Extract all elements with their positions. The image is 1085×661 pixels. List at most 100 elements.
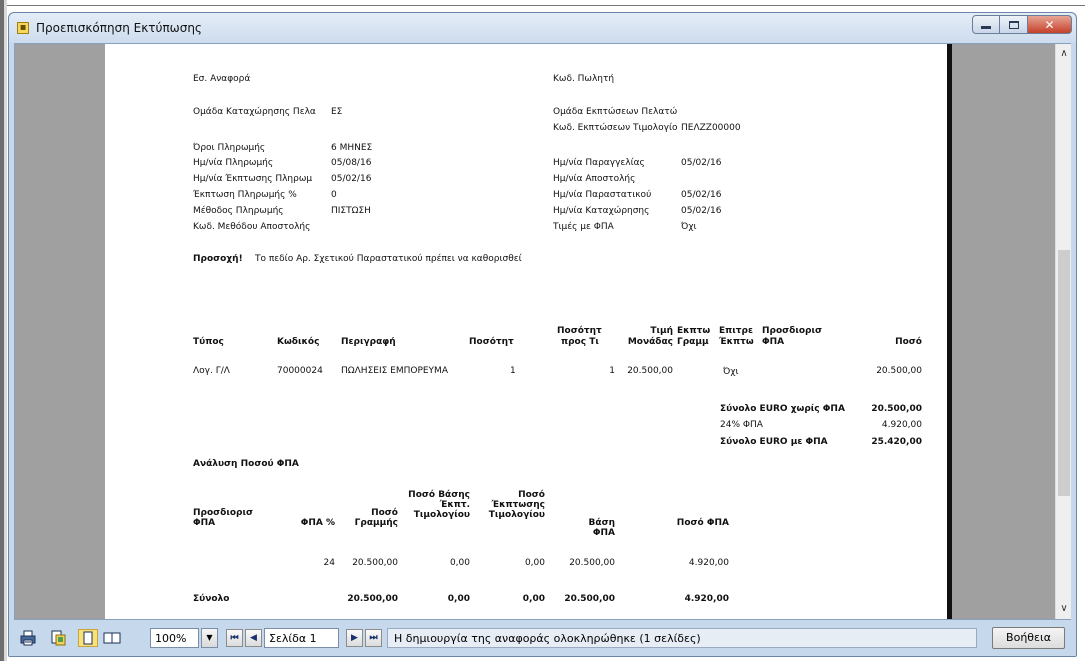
scroll-up-arrow-icon[interactable]: ∧ [1056, 46, 1072, 62]
warning-text: Το πεδίο Αρ. Σχετικού Παραστατικού πρέπε… [255, 254, 522, 264]
table-cell-unit-price: 20.500,00 [627, 366, 673, 376]
vat-header-disc-base: Έκπτ. [439, 500, 470, 510]
page-setup-icon [51, 630, 66, 646]
total-label: Σύνολο EURO με ΦΠΑ [720, 437, 828, 447]
report-icon: ▪ [17, 22, 29, 34]
total-value: 4.920,00 [881, 420, 922, 430]
scrollbar-thumb[interactable] [1058, 250, 1070, 496]
two-pages-button[interactable] [102, 629, 122, 647]
vat-total-disc-base: 0,00 [447, 594, 470, 604]
vat-cell-amount: 4.920,00 [688, 558, 729, 568]
vat-total-line-amount: 20.500,00 [347, 594, 398, 604]
field-value: 05/02/16 [331, 174, 372, 184]
table-cell-description: ΠΩΛΗΣΕΙΣ ΕΜΠΟΡΕΥΜΑ [341, 366, 448, 376]
field-value: ΠΕΛΖΖ00000 [681, 123, 741, 133]
field-label: Κωδ. Πωλητή [553, 74, 615, 84]
status-message: Η δημιουργία της αναφοράς ολοκληρώθηκε (… [387, 628, 977, 648]
table-cell-amount: 20.500,00 [876, 366, 922, 376]
vat-header-disc-base: Ποσό Βάσης [408, 490, 470, 500]
vat-header-disc-amount: Έκπτωσης [491, 500, 545, 510]
field-label: Ημ/νία Παραγγελίας [553, 158, 645, 168]
vat-total-label: Σύνολο [193, 594, 230, 604]
minimize-icon [981, 26, 991, 29]
field-value: ΕΣ [331, 107, 343, 117]
two-pages-icon [103, 632, 121, 644]
print-preview-window: ▪ Προεπισκόπηση Εκτύπωσης ✕ Εσ. Αναφορά … [8, 12, 1077, 657]
field-label: Ημ/νία Αποστολής [553, 174, 636, 184]
single-page-button[interactable] [78, 629, 98, 647]
maximize-button[interactable] [1000, 15, 1028, 34]
maximize-icon [1008, 20, 1019, 29]
vat-cell-pct: 24 [323, 558, 335, 568]
zoom-select[interactable]: 100% [150, 628, 199, 648]
table-cell-qty-to: 1 [609, 366, 615, 376]
field-value: 6 ΜΗΝΕΣ [331, 143, 373, 153]
total-label: 24% ΦΠΑ [720, 420, 763, 430]
total-label: Σύνολο EURO χωρίς ΦΠΑ [720, 404, 845, 414]
field-label: Ομάδα Εκπτώσεων Πελατώ [553, 107, 678, 117]
vat-header-amount: Ποσό ΦΠΑ [676, 518, 729, 528]
col-header-line-disc: Γραμμ [677, 337, 709, 347]
col-header-unit-price: Τιμή [650, 326, 673, 336]
print-icon [20, 630, 36, 646]
field-value: 05/08/16 [331, 158, 372, 168]
col-header-line-disc: Εκπτω [677, 326, 711, 336]
vat-cell-line-amount: 20.500,00 [352, 558, 398, 568]
col-header-allow-disc: Έκπτω [719, 337, 754, 347]
close-button[interactable]: ✕ [1028, 15, 1072, 34]
preview-toolbar: 100% ▼ ⏮ ◀ Σελίδα 1 ▶ ⏭ Η δημιουργία της… [14, 622, 1071, 652]
field-label: Ημ/νία Παραστατικού [553, 190, 652, 200]
col-header-qty-to: Ποσότητ [557, 326, 602, 336]
vat-analysis-title: Ανάλυση Ποσού ΦΠΑ [193, 459, 299, 469]
scroll-down-arrow-icon[interactable]: ∨ [1056, 601, 1072, 617]
next-page-button[interactable]: ▶ [346, 629, 363, 647]
warning-label: Προσοχή! [193, 254, 243, 264]
vat-header-disc-base: Τιμολογίου [413, 510, 470, 520]
minimize-button[interactable] [972, 15, 1000, 34]
table-cell-type: Λογ. Γ/Λ [193, 366, 230, 376]
field-value: 05/02/16 [681, 206, 722, 216]
vat-cell-base: 20.500,00 [569, 558, 615, 568]
vertical-scrollbar[interactable]: ∧ ∨ [1055, 44, 1071, 619]
col-header-qty-to: προς Τι [561, 337, 599, 347]
print-button[interactable] [18, 629, 38, 647]
vat-total-amount: 4.920,00 [684, 594, 729, 604]
vat-cell-disc-base: 0,00 [449, 558, 470, 568]
table-cell-quantity: 1 [510, 366, 516, 376]
vat-header-spec: ΦΠΑ [193, 518, 216, 528]
vat-total-disc-amount: 0,00 [522, 594, 545, 604]
close-icon: ✕ [1044, 17, 1055, 32]
first-page-button[interactable]: ⏮ [226, 629, 243, 647]
vat-header-disc-amount: Τιμολογίου [488, 510, 545, 520]
field-value: Όχι [681, 222, 697, 232]
col-header-quantity: Ποσότητ [469, 337, 514, 347]
chevron-down-icon[interactable]: ▼ [201, 628, 218, 648]
col-header-description: Περιγραφή [341, 337, 396, 347]
page-setup-button[interactable] [48, 629, 68, 647]
screen-left-edge-inner [4, 0, 7, 661]
report-viewer[interactable]: Εσ. Αναφορά Ομάδα Καταχώρησης Πελα ΕΣ Όρ… [15, 44, 1055, 619]
col-header-vat-spec: Προσδιορισ [762, 326, 822, 336]
field-label: Όροι Πληρωμής [193, 143, 266, 153]
col-header-code: Κωδικός [277, 337, 320, 347]
help-button[interactable]: Βοήθεια [992, 627, 1065, 649]
field-value: 0 [331, 190, 337, 200]
vat-header-base: Βάση ΦΠΑ [588, 518, 615, 538]
field-value: ΠΙΣΤΩΣΗ [331, 206, 371, 216]
prev-page-button[interactable]: ◀ [245, 629, 262, 647]
last-page-button[interactable]: ⏭ [365, 629, 382, 647]
col-header-unit-price: Μονάδας [627, 337, 673, 347]
total-value: 25.420,00 [871, 437, 922, 447]
preview-client-area: Εσ. Αναφορά Ομάδα Καταχώρησης Πελα ΕΣ Όρ… [14, 43, 1071, 620]
page-shadow [947, 44, 952, 619]
field-label: Κωδ. Μεθόδου Αποστολής [193, 222, 311, 232]
field-label: Ημ/νία Έκπτωσης Πληρωμ [193, 174, 313, 184]
field-value: 05/02/16 [681, 190, 722, 200]
page-number-field[interactable]: Σελίδα 1 [264, 628, 339, 648]
field-value: 05/02/16 [681, 158, 722, 168]
col-header-vat-spec: ΦΠΑ [762, 337, 785, 347]
report-page: Εσ. Αναφορά Ομάδα Καταχώρησης Πελα ΕΣ Όρ… [105, 44, 947, 619]
window-title: Προεπισκόπηση Εκτύπωσης [36, 21, 202, 35]
title-bar[interactable]: ▪ Προεπισκόπηση Εκτύπωσης ✕ [9, 13, 1076, 43]
vat-total-base: 20.500,00 [564, 594, 615, 604]
